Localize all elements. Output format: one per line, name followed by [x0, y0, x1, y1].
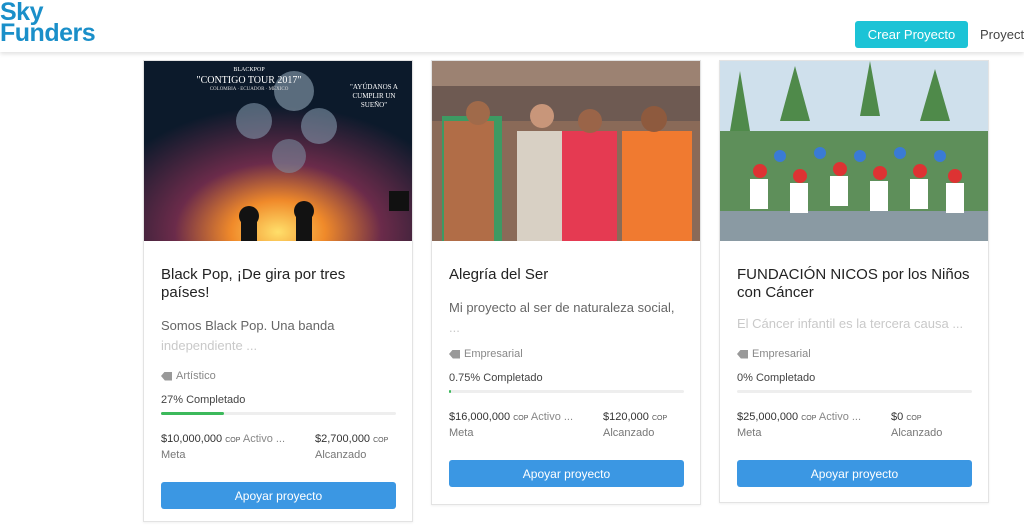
poster-countries: COLOMBIA · ECUADOR · MÉXICO	[209, 87, 289, 92]
project-description: Somos Black Pop. Una banda independiente…	[161, 318, 335, 353]
project-image[interactable]	[720, 61, 988, 241]
project-title[interactable]: Black Pop, ¡De gira por tres países!	[161, 266, 395, 302]
raised-label: Alcanzado	[891, 427, 943, 439]
support-project-button[interactable]: Apoyar proyecto	[737, 460, 972, 487]
funding-stats: $10,000,000 COP Activo ... Meta $2,700,0…	[161, 432, 395, 463]
project-category: Empresarial	[737, 348, 971, 360]
progress-label: 0% Completado	[737, 372, 816, 384]
goal-currency: COP	[513, 415, 529, 422]
progress-label: 0.75% Completado	[449, 372, 543, 384]
funding-stats: $25,000,000 COP Activo ... Meta $0 COP A…	[737, 410, 971, 441]
project-title[interactable]: Alegría del Ser	[449, 266, 683, 284]
goal-label: Meta	[161, 449, 186, 461]
women-group-photo	[432, 61, 700, 241]
project-description: Mi proyecto al ser de naturaleza social,…	[449, 300, 675, 335]
progress-label: 27% Completado	[161, 394, 246, 406]
create-project-button[interactable]: Crear Proyecto	[855, 21, 968, 48]
raised-currency: COP	[651, 415, 668, 422]
raised-amount: $2,700,000	[315, 433, 371, 445]
goal-amount: $10,000,000	[161, 433, 223, 445]
poster-slogan: "AYÚDANOS A CUMPLIR UN SUEÑO"	[350, 83, 398, 109]
project-category: Empresarial	[449, 348, 683, 360]
project-category: Artístico	[161, 370, 395, 382]
tag-icon	[737, 349, 748, 359]
poster-band: BLACKPOP	[233, 67, 265, 73]
goal-label: Meta	[449, 427, 474, 439]
funding-stats: $16,000,000 COP Activo ... Meta $120,000…	[449, 410, 683, 441]
goal-currency: COP	[225, 437, 241, 444]
skyfunders-logo[interactable]: Sky Funders	[0, 0, 96, 47]
project-card[interactable]: Alegría del Ser Mi proyecto al ser de na…	[431, 60, 701, 505]
raised-amount: $0	[891, 411, 904, 423]
project-image[interactable]	[432, 61, 700, 241]
project-card[interactable]: BLACKPOP "CONTIGO TOUR 2017" COLOMBIA · …	[143, 60, 413, 522]
raised-label: Alcanzado	[315, 449, 367, 461]
project-title[interactable]: FUNDACIÓN NICOS por los Niños con Cáncer	[737, 266, 971, 302]
top-navbar: Sky Funders Crear Proyecto Proyecto	[0, 0, 1024, 52]
project-image[interactable]: BLACKPOP "CONTIGO TOUR 2017" COLOMBIA · …	[144, 61, 412, 241]
project-description: El Cáncer infantil es la tercera causa .…	[737, 316, 964, 331]
tag-icon	[449, 349, 460, 359]
goal-label: Meta	[737, 427, 762, 439]
logo-line-2: Funders	[0, 19, 96, 47]
raised-currency: COP	[373, 437, 389, 444]
goal-amount: $16,000,000	[449, 411, 511, 423]
goal-currency: COP	[801, 415, 817, 422]
children-group-photo	[720, 61, 988, 241]
project-card[interactable]: FUNDACIÓN NICOS por los Niños con Cáncer…	[719, 60, 989, 503]
project-status: Activo ...	[818, 411, 862, 423]
nav-link-projects[interactable]: Proyecto	[980, 27, 1024, 42]
progress-fill	[449, 390, 451, 393]
poster-tour: "CONTIGO TOUR 2017"	[196, 75, 302, 86]
progress-bar	[737, 390, 972, 393]
tag-icon	[161, 371, 172, 381]
support-project-button[interactable]: Apoyar proyecto	[161, 482, 396, 509]
progress-bar	[161, 412, 396, 415]
raised-label: Alcanzado	[603, 427, 655, 439]
progress-fill	[161, 412, 225, 415]
goal-amount: $25,000,000	[737, 411, 799, 423]
project-status: Activo ...	[530, 411, 574, 423]
progress-bar	[449, 390, 684, 393]
project-status: Activo ...	[242, 433, 286, 445]
raised-amount: $120,000	[603, 411, 649, 423]
support-project-button[interactable]: Apoyar proyecto	[449, 460, 684, 487]
raised-currency: COP	[906, 415, 922, 422]
